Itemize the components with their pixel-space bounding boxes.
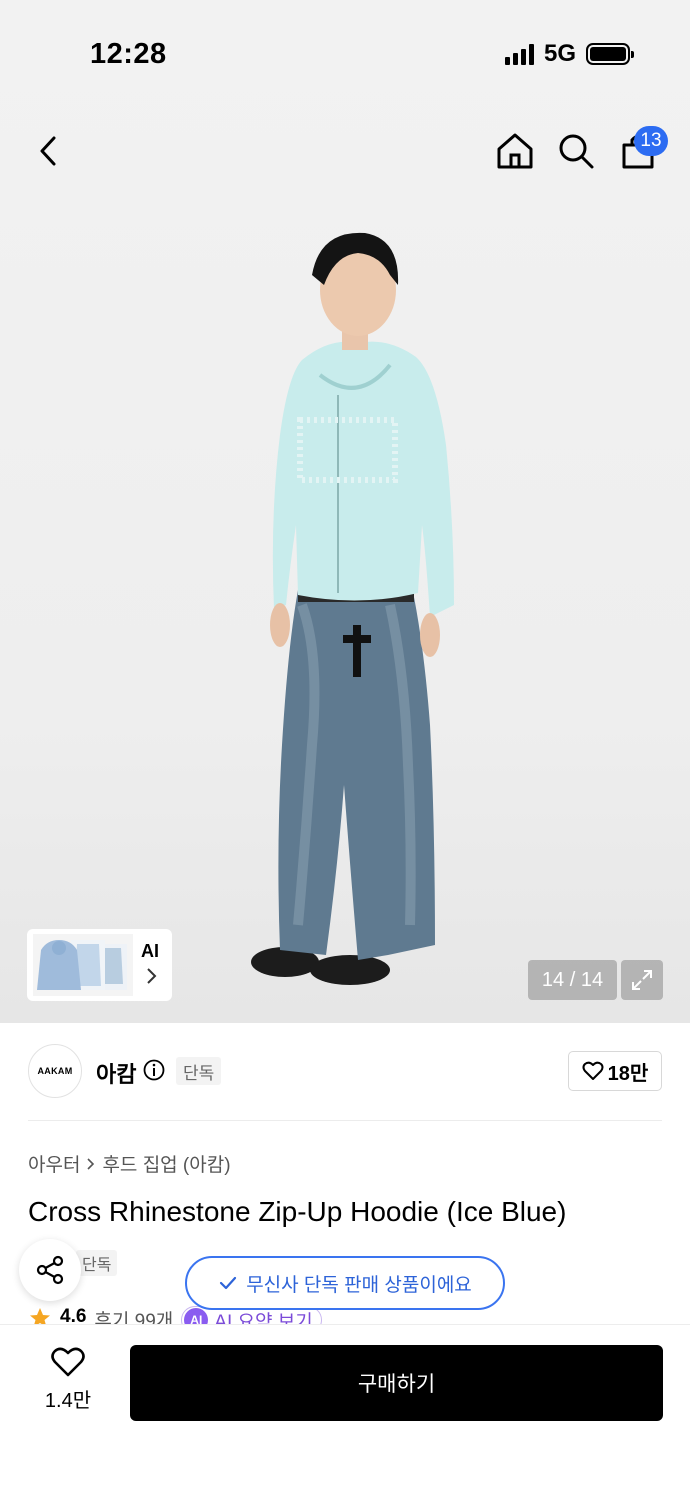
buy-button[interactable]: 구매하기 [130, 1345, 663, 1421]
image-counter: 14 / 14 [528, 960, 617, 1000]
ai-thumbnail-card[interactable]: AI [27, 929, 172, 1001]
network-label: 5G [543, 40, 576, 67]
exclusive-notice-pill: 무신사 단독 판매 상품이에요 [185, 1256, 505, 1310]
info-icon[interactable] [143, 1059, 165, 1081]
favorite-button[interactable]: 1.4만 [30, 1346, 106, 1422]
heart-icon [582, 1061, 604, 1080]
brand-name[interactable]: 아캄 [96, 1057, 136, 1089]
expand-icon [632, 970, 652, 990]
status-time: 12:28 [90, 38, 167, 70]
thumbnail-image [33, 934, 133, 996]
breadcrumb: 아우터 후드 집업 (아캄) [28, 1150, 231, 1177]
chevron-left-icon [40, 136, 56, 166]
cart-count-badge: 13 [634, 126, 668, 156]
home-button[interactable] [492, 128, 538, 174]
heart-icon [51, 1347, 85, 1377]
brand-like-count: 18만 [607, 1062, 649, 1085]
product-title: Cross Rhinestone Zip-Up Hoodie (Ice Blue… [28, 1196, 567, 1227]
brand-logo[interactable]: AAKAM [28, 1044, 82, 1098]
product-exclusive-tag: 단독 [76, 1250, 118, 1276]
back-button[interactable] [26, 128, 72, 174]
signal-icon [504, 43, 534, 65]
search-icon [559, 134, 594, 169]
product-page: 12:28 5G 13 AI 14 / 14 AAKAM 아캄 단독 18만 아… [0, 0, 690, 1500]
product-photo [251, 232, 454, 985]
brand-exclusive-tag: 단독 [176, 1057, 222, 1085]
home-icon [497, 133, 533, 169]
chevron-right-icon [87, 1157, 95, 1170]
brand-like-button[interactable]: 18만 [568, 1051, 662, 1091]
divider [28, 1120, 662, 1121]
thumbnail-ai-label: AI [141, 941, 159, 961]
search-button[interactable] [553, 128, 599, 174]
share-icon [36, 1255, 64, 1285]
battery-icon [586, 43, 634, 65]
breadcrumb-category[interactable]: 아우터 [28, 1150, 80, 1177]
product-image-gallery[interactable]: 12:28 5G 13 AI 14 / 14 [0, 0, 690, 1023]
share-button[interactable] [19, 1239, 81, 1301]
check-icon [220, 1276, 237, 1290]
chevron-right-icon [147, 968, 157, 984]
status-indicators: 5G [504, 40, 634, 68]
favorite-count: 1.4만 [44, 1390, 92, 1412]
exclusive-notice-text: 무신사 단독 판매 상품이에요 [246, 1274, 472, 1296]
breadcrumb-subcategory[interactable]: 후드 집업 (아캄) [102, 1150, 230, 1177]
expand-button[interactable] [621, 960, 663, 1000]
